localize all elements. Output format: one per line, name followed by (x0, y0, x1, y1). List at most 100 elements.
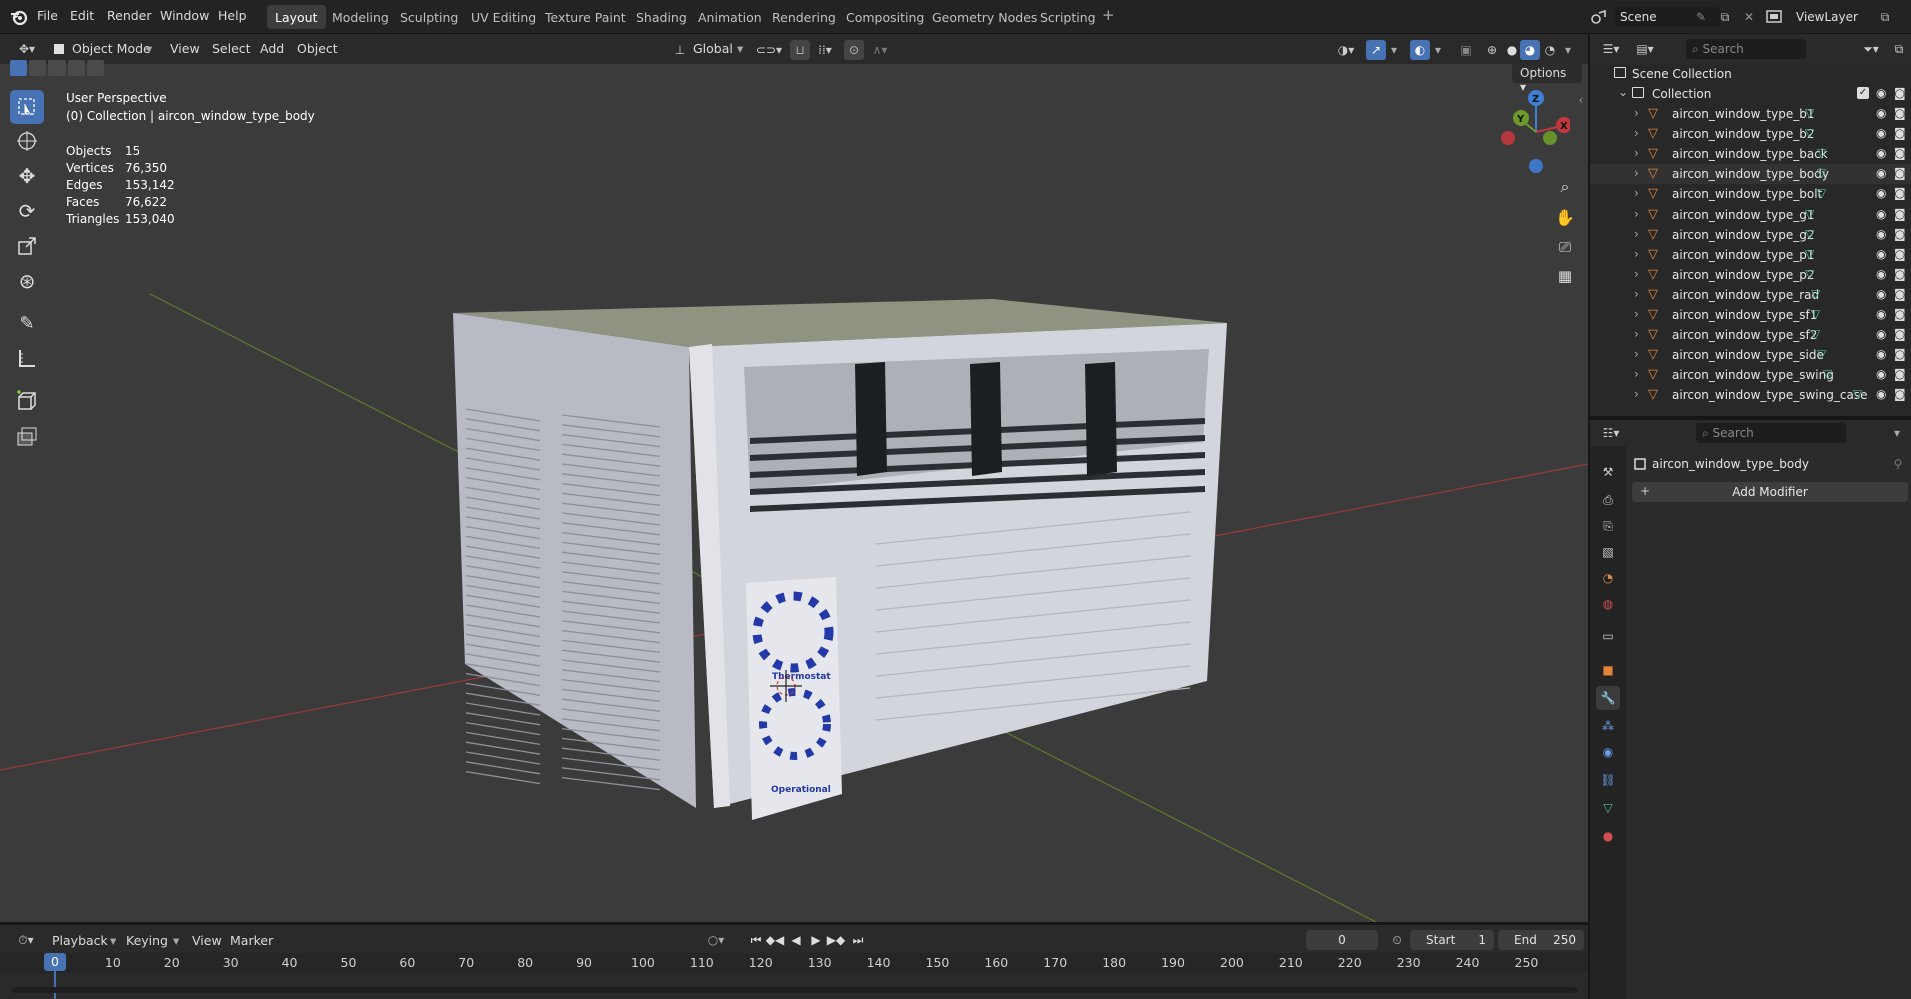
eye-icon[interactable]: ◉ (1876, 166, 1886, 180)
mode-dropdown[interactable]: Object Mode (72, 41, 151, 56)
tab-sculpting[interactable]: Sculpting (392, 5, 466, 29)
outliner-item[interactable]: › ▽ aircon_window_type_back ▽ ◉ ◙ (1590, 144, 1911, 164)
tab-texture-paint[interactable]: Texture Paint (537, 5, 634, 29)
outliner-item[interactable]: › ▽ aircon_window_type_side ▽ ◉ ◙ (1590, 345, 1911, 365)
snap-target-icon[interactable]: ⁞⁞▾ (812, 41, 838, 59)
chevron-right-icon[interactable]: › (1634, 307, 1639, 321)
eye-icon[interactable]: ◉ (1876, 347, 1886, 361)
tab-uv-editing[interactable]: UV Editing (463, 5, 544, 29)
mesh-data-icon[interactable]: ▽ (1817, 347, 1826, 361)
chevron-down-icon[interactable]: ▾ (1562, 42, 1574, 58)
playhead[interactable]: 0 (44, 953, 66, 971)
transform-tool-icon[interactable]: ⊛ (10, 264, 44, 298)
outliner-item[interactable]: › ▽ aircon_window_type_bolt ▽ ◉ ◙ (1590, 184, 1911, 204)
eye-icon[interactable]: ◉ (1876, 126, 1886, 140)
sidebar-collapse-icon[interactable]: ‹ (1576, 92, 1586, 108)
solid-shading-icon[interactable]: ● (1502, 40, 1522, 60)
invert-selection-icon[interactable] (67, 60, 85, 76)
falloff-icon[interactable]: ∧▾ (868, 41, 892, 59)
chevron-right-icon[interactable]: › (1634, 207, 1639, 221)
outliner-item[interactable]: › ▽ aircon_window_type_body ▽ ◉ ◙ (1590, 164, 1911, 185)
view-layer-field[interactable]: ViewLayer (1790, 7, 1886, 27)
outliner-item[interactable]: › ▽ aircon_window_type_rad ▽ ◉ ◙ (1590, 285, 1911, 305)
eye-icon[interactable]: ◉ (1876, 327, 1886, 341)
camera-icon[interactable]: ◙ (1894, 86, 1906, 100)
mesh-data-icon[interactable]: ▽ (1817, 146, 1826, 160)
current-frame-field[interactable]: 0 (1306, 930, 1378, 950)
eye-icon[interactable]: ◉ (1876, 86, 1886, 100)
camera-icon[interactable]: ◙ (1894, 367, 1906, 381)
mesh-data-icon[interactable]: ▽ (1805, 227, 1814, 241)
editor-type-icon[interactable]: ⏱▾ (12, 931, 40, 949)
proportional-edit-icon[interactable]: ⊙ (844, 40, 864, 60)
mesh-data-icon[interactable]: ▽ (1805, 207, 1814, 221)
delete-scene-icon[interactable]: ✕ (1740, 8, 1758, 26)
camera-icon[interactable]: ◙ (1894, 227, 1906, 241)
tab-layout[interactable]: Layout (267, 5, 326, 29)
camera-icon[interactable]: ◙ (1894, 106, 1906, 120)
camera-icon[interactable]: ◙ (1894, 146, 1906, 160)
mesh-data-icon[interactable]: ▽ (1805, 247, 1814, 261)
eye-icon[interactable]: ◉ (1876, 227, 1886, 241)
menu-file[interactable]: File (37, 8, 58, 23)
visibility-icon[interactable]: ◑▾ (1332, 40, 1360, 60)
measure-tool-icon[interactable] (10, 341, 44, 375)
rendered-shading-icon[interactable]: ◔ (1540, 40, 1560, 60)
chevron-right-icon[interactable]: › (1634, 287, 1639, 301)
camera-icon[interactable]: ◙ (1894, 247, 1906, 261)
menu-edit[interactable]: Edit (70, 8, 94, 23)
menu-marker[interactable]: Marker (230, 933, 273, 948)
new-scene-icon[interactable]: ⧉ (1716, 8, 1734, 26)
camera-icon[interactable]: ◙ (1894, 166, 1906, 180)
mesh-data-icon[interactable]: ▽ (1817, 166, 1826, 180)
overlay-toggle-icon[interactable]: ◐ (1410, 40, 1430, 60)
tab-modeling[interactable]: Modeling (324, 5, 397, 29)
menu-window[interactable]: Window (160, 8, 209, 23)
play-reverse-icon[interactable]: ◀ (788, 931, 804, 949)
collection-row[interactable]: ⌄ Collection ✓ ◉ ◙ (1590, 84, 1911, 104)
chevron-right-icon[interactable]: › (1634, 166, 1639, 180)
jump-keyframe-back-icon[interactable]: ◆◀ (766, 931, 784, 949)
material-tab-icon[interactable]: ● (1596, 824, 1620, 848)
outliner-item[interactable]: › ▽ aircon_window_type_swing ▽ ◉ ◙ (1590, 365, 1911, 385)
scene-tab-icon[interactable]: ◔ (1596, 566, 1620, 590)
wireframe-shading-icon[interactable]: ⊕ (1482, 40, 1502, 60)
scene-icon[interactable] (1588, 8, 1610, 26)
auto-keying-icon[interactable]: ○▾ (702, 931, 730, 949)
new-view-layer-icon[interactable]: ⧉ (1876, 8, 1894, 26)
chevron-right-icon[interactable]: › (1634, 186, 1639, 200)
options-button[interactable]: Options ▾ (1512, 64, 1582, 94)
menu-playback[interactable]: Playback (52, 933, 108, 948)
eye-icon[interactable]: ◉ (1876, 247, 1886, 261)
camera-icon[interactable]: ◙ (1894, 207, 1906, 221)
add-workspace-icon[interactable]: + (1102, 6, 1115, 24)
eye-icon[interactable]: ◉ (1876, 207, 1886, 221)
jump-end-icon[interactable]: ⏭ (850, 931, 866, 949)
zoom-icon[interactable]: ⌕ (1552, 174, 1578, 200)
chevron-down-icon[interactable]: ▾ (1890, 424, 1904, 442)
tab-geometry-nodes[interactable]: Geometry Nodes (924, 5, 1045, 29)
chevron-down-icon[interactable]: ▾ (1388, 42, 1400, 58)
menu-view[interactable]: View (192, 933, 222, 948)
editor-type-icon[interactable]: ✥▾ (12, 40, 42, 58)
tool-tab-icon[interactable]: ⚒ (1596, 460, 1620, 484)
eye-icon[interactable]: ◉ (1876, 367, 1886, 381)
mesh-data-icon[interactable]: ▽ (1805, 267, 1814, 281)
view-layer-icon[interactable] (1764, 8, 1786, 26)
material-shading-icon[interactable]: ◕ (1520, 40, 1540, 60)
camera-icon[interactable]: ◙ (1894, 126, 1906, 140)
editor-type-icon[interactable]: ☷▾ (1598, 424, 1624, 442)
camera-icon[interactable]: ◙ (1894, 387, 1906, 401)
modifier-tab-icon[interactable]: 🔧 (1596, 686, 1620, 710)
add-cube-tool-icon[interactable] (10, 384, 44, 418)
editor-type-icon[interactable]: ☰▾ (1598, 40, 1624, 58)
camera-icon[interactable]: ◙ (1894, 267, 1906, 281)
outliner-item[interactable]: › ▽ aircon_window_type_p2 ▽ ◉ ◙ (1590, 265, 1911, 285)
blender-logo-icon[interactable] (10, 8, 28, 26)
scene-collection-row[interactable]: Scene Collection (1590, 64, 1911, 84)
chevron-right-icon[interactable]: › (1634, 267, 1639, 281)
subtract-selection-icon[interactable] (48, 60, 66, 76)
pan-hand-icon[interactable]: ✋ (1552, 204, 1578, 230)
menu-add[interactable]: Add (260, 41, 284, 56)
perspective-toggle-icon[interactable]: ▦ (1552, 263, 1578, 289)
